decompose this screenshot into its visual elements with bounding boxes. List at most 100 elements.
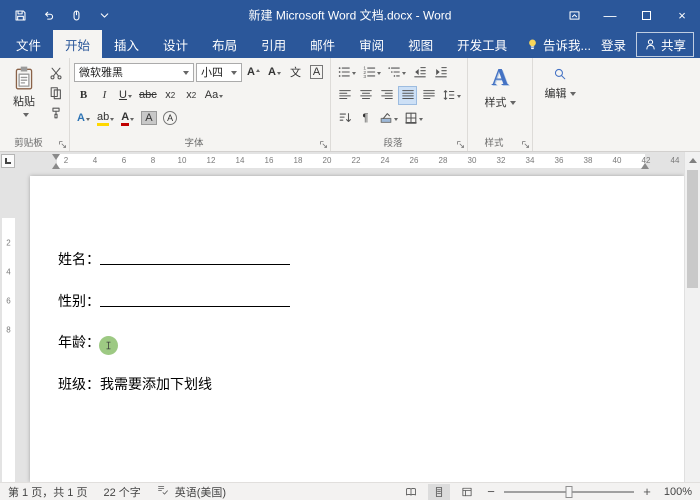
styles-dialog-launcher[interactable] [519, 138, 531, 150]
show-marks-button[interactable]: ¶ [356, 109, 375, 128]
tab-mailings[interactable]: 邮件 [298, 30, 347, 58]
styles-group-label: 样式 [468, 135, 520, 149]
strikethrough-button[interactable]: abc [137, 86, 159, 105]
numbering-button[interactable] [360, 63, 383, 82]
underline-button[interactable]: U [116, 86, 135, 105]
tab-selector[interactable] [1, 154, 15, 168]
phonetic-guide-button[interactable]: 文 [286, 63, 305, 82]
superscript-button[interactable]: x2 [182, 86, 201, 105]
font-size-combo[interactable]: 小四 [196, 63, 242, 82]
document-page[interactable]: 姓名： 性别： 年龄： 班级：我需要添加下划线 [30, 176, 684, 482]
enclose-characters-button[interactable]: A [161, 109, 180, 128]
grow-font-button[interactable]: A [244, 63, 263, 82]
align-left-button[interactable] [335, 86, 354, 105]
bold-button[interactable]: B [74, 86, 93, 105]
tab-developer[interactable]: 开发工具 [445, 30, 519, 58]
left-indent-marker[interactable] [52, 163, 60, 169]
document-area: 2 4 6 8 姓名： 性别： 年龄： 班级：我需要添加下划线 [0, 170, 700, 482]
character-shading-button[interactable]: A [139, 109, 158, 128]
proofing-check-icon[interactable] [157, 484, 159, 499]
vertical-ruler[interactable]: 2 4 6 8 [0, 170, 17, 482]
scroll-up-button[interactable] [685, 152, 700, 168]
window-title: 新建 Microsoft Word 文档.docx - Word [249, 7, 452, 24]
multilevel-list-button[interactable] [385, 63, 408, 82]
underline-blank [100, 293, 290, 307]
justify-button[interactable] [398, 86, 417, 105]
line-spacing-button[interactable] [440, 86, 463, 105]
format-painter-button[interactable] [46, 103, 65, 122]
zoom-level[interactable]: 100% [660, 486, 692, 498]
tab-insert[interactable]: 插入 [102, 30, 151, 58]
language-indicator[interactable]: 英语(美国) [175, 484, 226, 500]
tab-view[interactable]: 视图 [396, 30, 445, 58]
font-dialog-launcher[interactable] [317, 138, 329, 150]
sort-button[interactable] [335, 109, 354, 128]
shading-button[interactable] [377, 109, 400, 128]
caret-down-icon [110, 118, 114, 123]
ruler-number: 4 [0, 268, 17, 277]
tab-layout[interactable]: 布局 [200, 30, 249, 58]
zoom-out-button[interactable]: − [484, 484, 498, 499]
align-right-button[interactable] [377, 86, 396, 105]
ribbon-display-options-button[interactable] [556, 0, 592, 30]
doc-text[interactable]: 班级：我需要添加下划线 [58, 376, 212, 392]
page-indicator[interactable]: 第 1 页，共 1 页 [8, 484, 87, 500]
cut-button[interactable] [46, 63, 65, 82]
ruler-number: 8 [151, 152, 155, 170]
character-border-button[interactable]: A [307, 63, 326, 82]
editing-button[interactable]: 编辑 [537, 61, 583, 136]
subscript-button[interactable]: x2 [161, 86, 180, 105]
minimize-button[interactable]: — [592, 0, 628, 30]
maximize-button[interactable] [628, 0, 664, 30]
ruler-number: 6 [0, 297, 17, 306]
tab-references[interactable]: 引用 [249, 30, 298, 58]
decrease-indent-button[interactable] [410, 63, 429, 82]
save-button[interactable] [8, 0, 32, 30]
zoom-slider[interactable] [504, 491, 634, 493]
touch-mouse-mode-button[interactable] [64, 0, 88, 30]
word-count[interactable]: 22 个字 [103, 484, 140, 500]
copy-button[interactable] [46, 83, 65, 102]
zoom-slider-thumb[interactable] [566, 486, 573, 498]
horizontal-ruler[interactable]: 2 4 6 8 10 12 14 16 18 20 22 24 26 28 30… [0, 152, 700, 170]
doc-text[interactable]: 性别： [58, 293, 100, 309]
share-button[interactable]: 共享 [636, 32, 694, 57]
scrollbar-thumb[interactable] [687, 170, 698, 288]
bullets-button[interactable] [335, 63, 358, 82]
launcher-icon [319, 140, 328, 149]
zoom-in-button[interactable]: + [640, 484, 654, 499]
italic-button[interactable]: I [95, 86, 114, 105]
close-button[interactable]: × [664, 0, 700, 30]
borders-button[interactable] [402, 109, 425, 128]
text-effects-button[interactable]: A [74, 109, 93, 128]
doc-text[interactable]: 姓名： [58, 251, 100, 267]
font-name-combo[interactable]: 微软雅黑 [74, 63, 194, 82]
print-layout-button[interactable] [428, 484, 450, 500]
tab-review[interactable]: 审阅 [347, 30, 396, 58]
tab-home[interactable]: 开始 [53, 30, 102, 58]
undo-button[interactable] [36, 0, 60, 30]
vertical-scrollbar[interactable] [684, 152, 700, 482]
right-indent-marker[interactable] [641, 163, 649, 169]
paragraph-dialog-launcher[interactable] [454, 138, 466, 150]
shrink-font-button[interactable]: A [265, 63, 284, 82]
increase-indent-button[interactable] [431, 63, 450, 82]
tab-design[interactable]: 设计 [151, 30, 200, 58]
clipboard-dialog-launcher[interactable] [56, 138, 68, 150]
customize-quick-access-icon[interactable] [92, 0, 116, 30]
ruler-number: 24 [381, 152, 390, 170]
tab-file[interactable]: 文件 [4, 30, 53, 58]
font-color-button[interactable]: A [118, 109, 137, 128]
distribute-button[interactable] [419, 86, 438, 105]
paste-button[interactable]: 粘贴 [4, 61, 44, 135]
tell-me-box[interactable]: 告诉我... [526, 35, 591, 54]
styles-button[interactable]: A 样式 [472, 61, 528, 136]
sign-in-button[interactable]: 登录 [601, 35, 626, 54]
doc-text[interactable]: 年龄： [58, 334, 100, 350]
first-line-indent-marker[interactable] [52, 154, 60, 160]
align-center-button[interactable] [356, 86, 375, 105]
read-mode-button[interactable] [400, 484, 422, 500]
change-case-button[interactable]: Aa [203, 86, 225, 105]
highlight-color-button[interactable]: ab [95, 109, 116, 128]
web-layout-button[interactable] [456, 484, 478, 500]
